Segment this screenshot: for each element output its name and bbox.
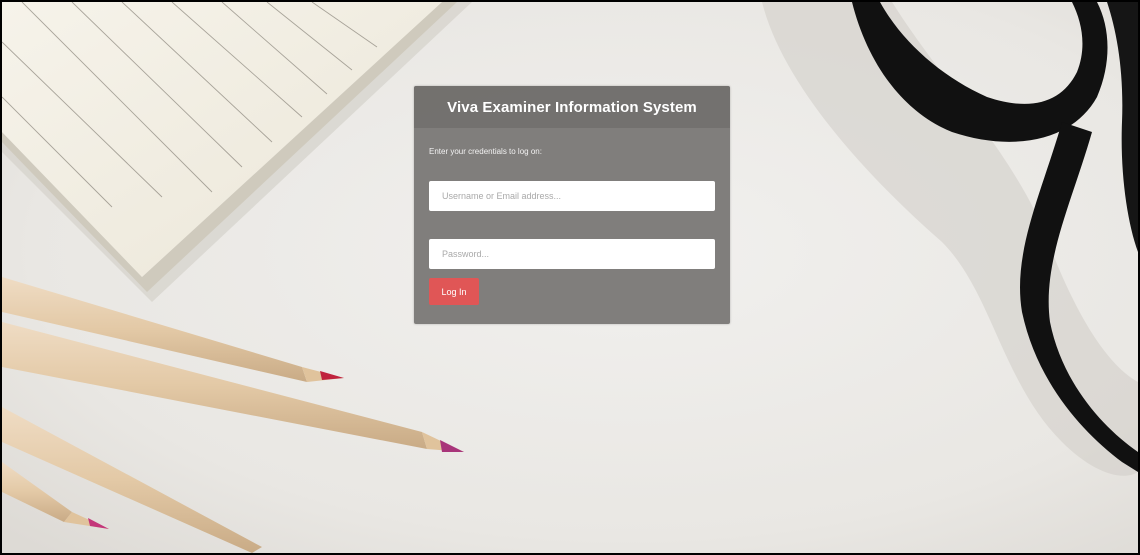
login-screen: Viva Examiner Information System Enter y… (0, 0, 1140, 555)
login-button[interactable]: Log In (429, 278, 479, 305)
login-panel: Viva Examiner Information System Enter y… (414, 86, 730, 324)
password-input[interactable] (429, 239, 715, 269)
login-instruction: Enter your credentials to log on: (429, 147, 542, 156)
login-header: Viva Examiner Information System (414, 86, 730, 128)
login-title: Viva Examiner Information System (447, 98, 697, 116)
username-input[interactable] (429, 181, 715, 211)
